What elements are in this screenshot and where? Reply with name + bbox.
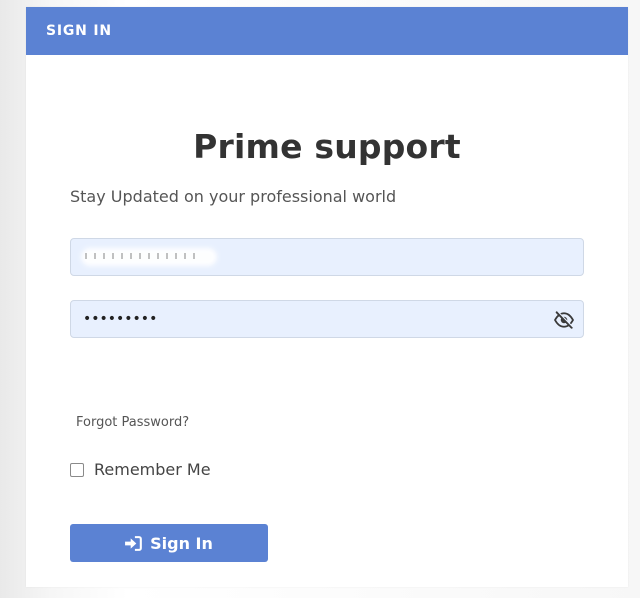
header-title: SIGN IN	[46, 23, 112, 39]
eye-slash-icon	[553, 311, 575, 329]
card-body: Prime support Stay Updated on your profe…	[26, 55, 628, 587]
brand-title: Prime support	[193, 127, 461, 166]
remember-me-checkbox[interactable]	[70, 462, 84, 477]
password-input[interactable]	[71, 301, 583, 337]
toggle-password-visibility-button[interactable]	[553, 309, 575, 331]
redacted-username-text	[85, 253, 195, 259]
remember-me-row: Remember Me	[70, 460, 211, 479]
forgot-password-link[interactable]: Forgot Password?	[76, 415, 189, 430]
signin-card: SIGN IN Prime support Stay Updated on yo…	[26, 7, 628, 587]
username-field-container	[70, 238, 584, 276]
remember-me-label[interactable]: Remember Me	[94, 460, 211, 479]
password-field-container	[70, 300, 584, 338]
sign-in-button[interactable]: Sign In	[70, 524, 268, 562]
sign-in-icon	[125, 535, 142, 551]
card-header: SIGN IN	[26, 7, 628, 55]
tagline: Stay Updated on your professional world	[70, 187, 397, 206]
sign-in-button-label: Sign In	[150, 533, 213, 553]
